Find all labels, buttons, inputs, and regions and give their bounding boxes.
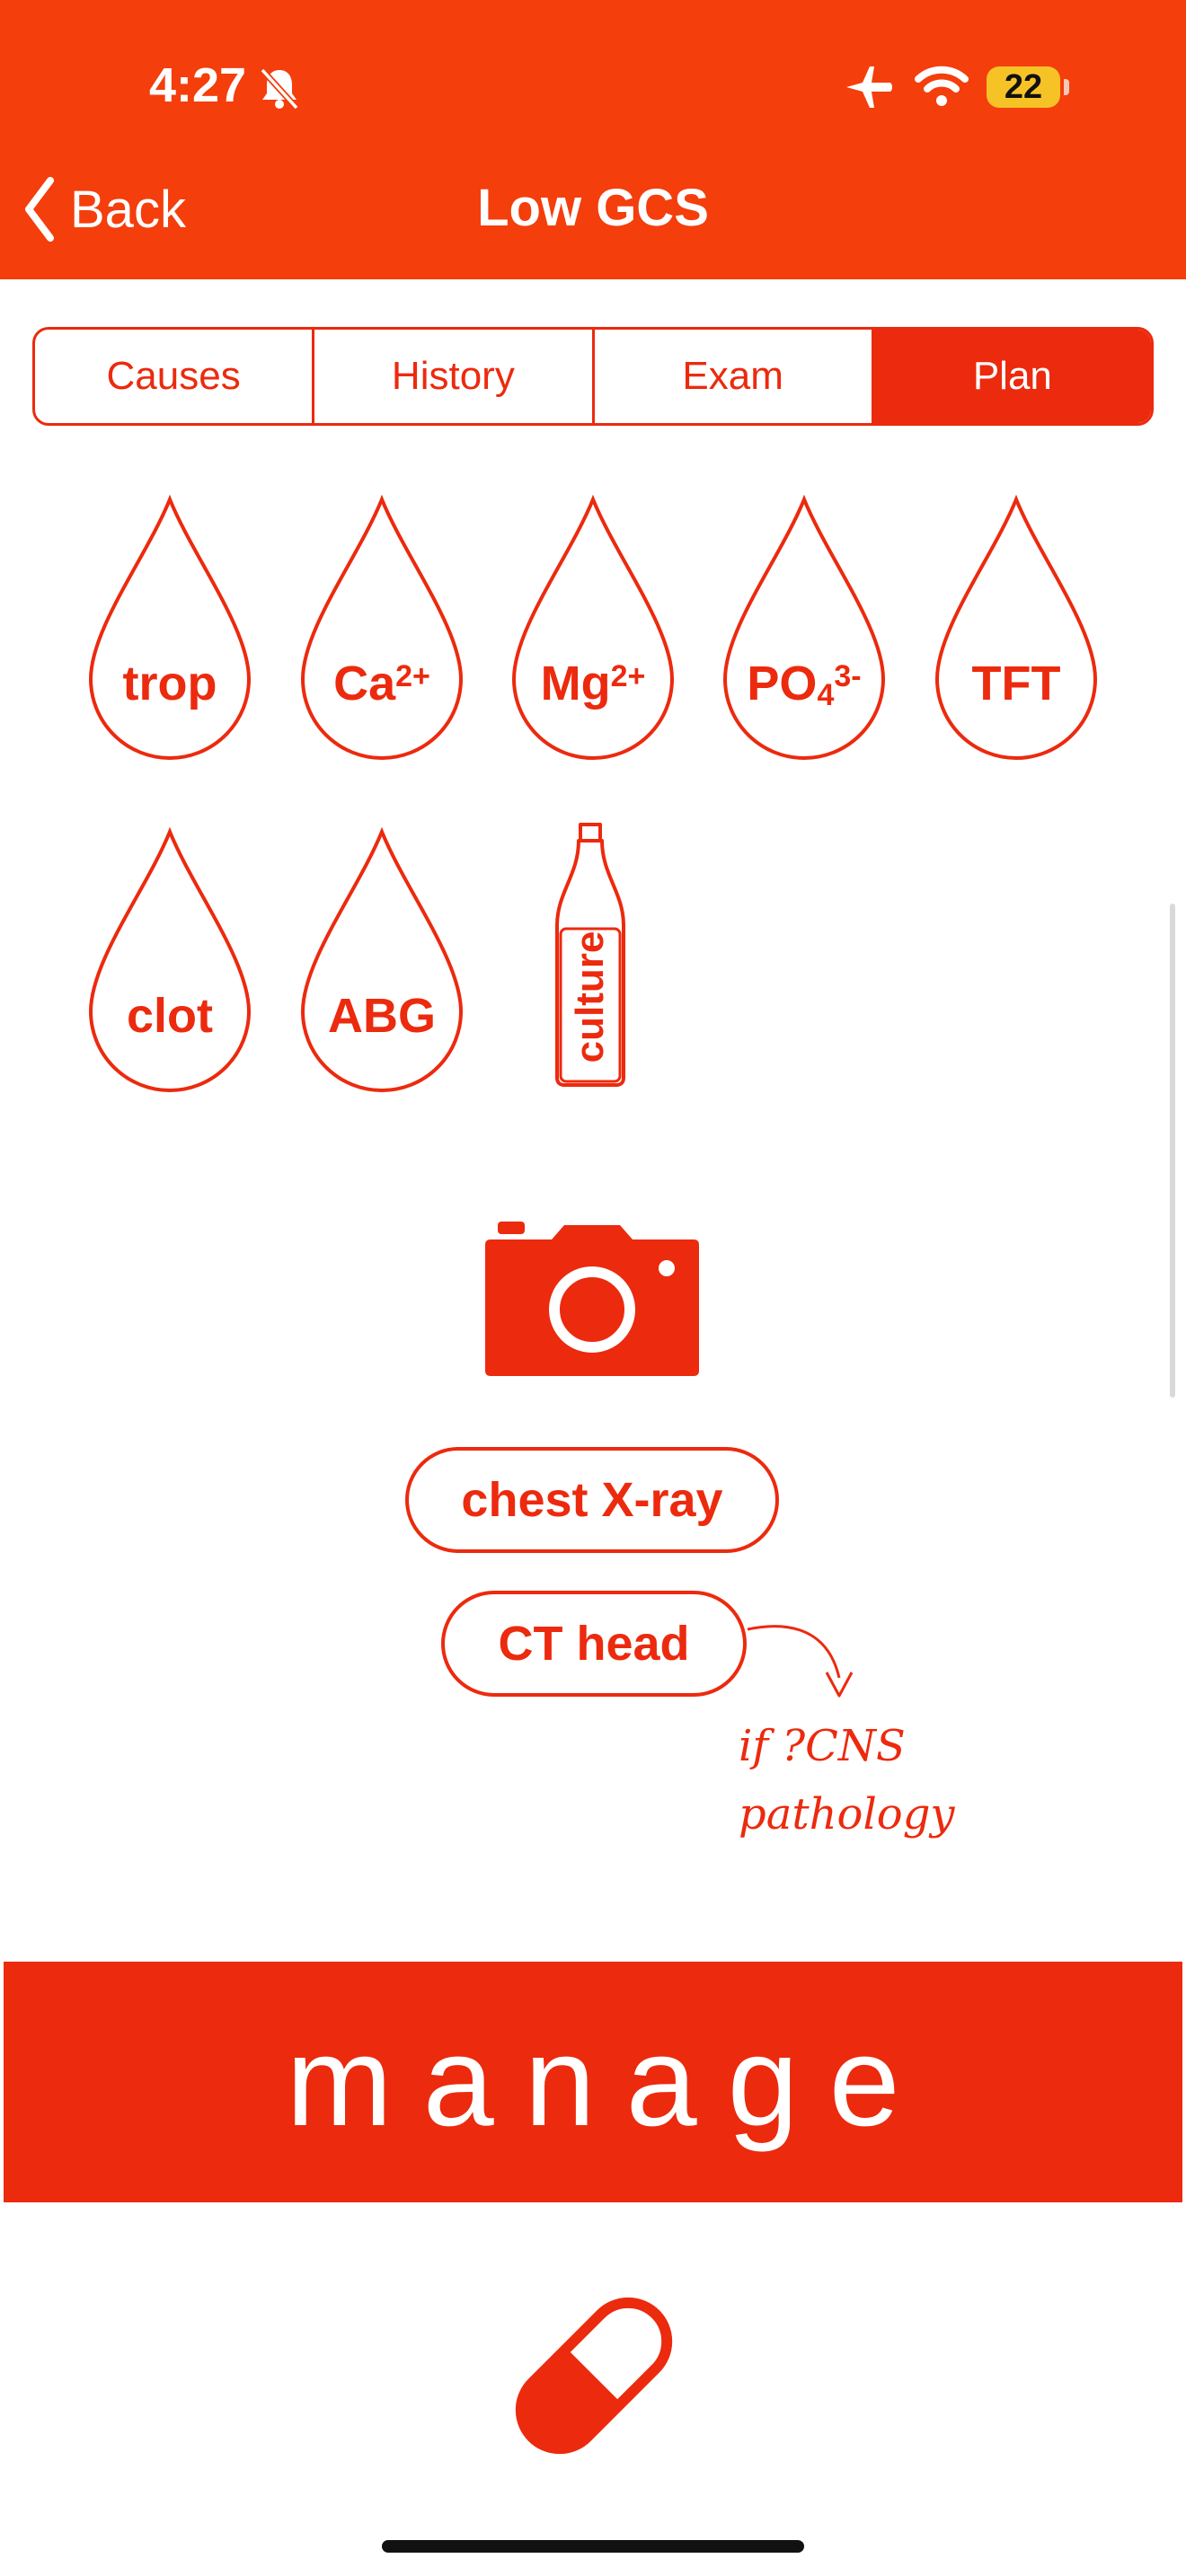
drop-label: clot xyxy=(126,989,213,1043)
ct-head-note: if ?CNS pathology xyxy=(739,1712,1026,1848)
drop-label: TFT xyxy=(971,657,1061,710)
drop-label: Mg2+ xyxy=(540,657,646,710)
bell-slash-icon xyxy=(260,67,299,110)
blood-test-calcium[interactable]: Ca2+ xyxy=(299,494,465,762)
blood-drop-icon xyxy=(300,494,464,760)
blood-test-abg[interactable]: ABG xyxy=(299,826,465,1094)
drop-label: PO43- xyxy=(747,657,862,712)
tab-history[interactable]: History xyxy=(314,330,595,423)
curved-arrow-icon xyxy=(747,1625,854,1698)
drop-label: trop xyxy=(122,657,217,710)
drop-label: ABG xyxy=(328,989,436,1043)
blood-test-clot[interactable]: clot xyxy=(87,826,252,1094)
section-tabs: Causes History Exam Plan xyxy=(32,327,1154,426)
blood-drop-icon xyxy=(88,826,252,1092)
navigation-header: 4:27 22 Back Low GCS xyxy=(0,0,1186,279)
airplane-icon xyxy=(846,66,892,108)
battery-indicator: 22 xyxy=(987,66,1060,108)
ct-head-button[interactable]: CT head xyxy=(441,1591,747,1697)
page-title: Low GCS xyxy=(477,179,709,237)
blood-drop-icon xyxy=(88,494,252,760)
tab-exam[interactable]: Exam xyxy=(595,330,874,423)
tab-plan[interactable]: Plan xyxy=(873,330,1151,423)
blood-test-trop[interactable]: trop xyxy=(87,494,252,762)
status-time: 4:27 xyxy=(149,58,247,112)
camera-icon xyxy=(485,1222,699,1376)
drop-label: Ca2+ xyxy=(333,657,430,710)
blood-test-magnesium[interactable]: Mg2+ xyxy=(510,494,676,762)
blood-test-phosphate[interactable]: PO43- xyxy=(721,494,887,762)
note-line: pathology xyxy=(739,1789,955,1839)
capsule-icon[interactable] xyxy=(500,2281,688,2470)
blood-drop-icon xyxy=(934,494,1098,760)
manage-banner[interactable]: manage xyxy=(4,1962,1182,2202)
blood-test-tft[interactable]: TFT xyxy=(934,494,1099,762)
note-line: if ?CNS xyxy=(739,1721,906,1771)
culture-label: culture xyxy=(568,931,612,1063)
wifi-icon xyxy=(915,66,969,106)
blood-drop-icon xyxy=(300,826,464,1092)
blood-drop-icon xyxy=(722,494,886,760)
battery-tip xyxy=(1064,79,1069,95)
manage-label: manage xyxy=(286,2010,931,2153)
tab-causes[interactable]: Causes xyxy=(35,330,315,423)
home-indicator[interactable] xyxy=(382,2540,804,2553)
blood-drop-icon xyxy=(511,494,675,760)
scrollbar[interactable] xyxy=(1170,904,1175,1398)
chest-xray-button[interactable]: chest X-ray xyxy=(405,1447,779,1553)
